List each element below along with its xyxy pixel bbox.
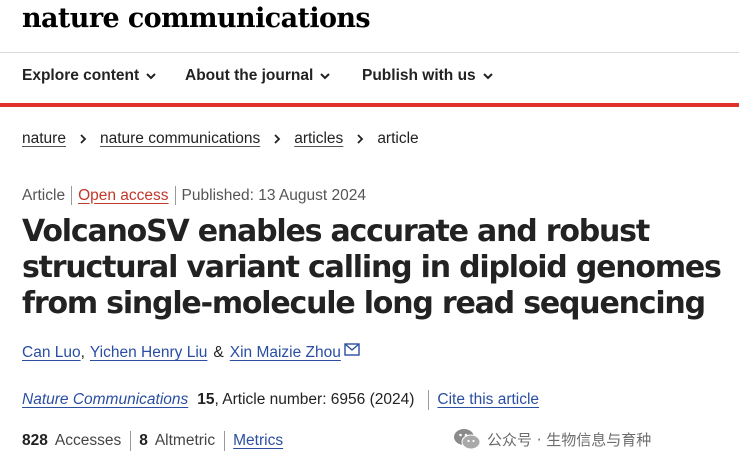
site-logo[interactable]: nature communications <box>22 3 371 34</box>
chevron-right-icon <box>274 134 281 144</box>
chevron-down-icon <box>320 73 331 80</box>
article-number: , Article number: 6956 (2024) <box>214 391 415 408</box>
accesses-count: 828 <box>22 432 48 449</box>
nav-accent-bar <box>0 103 739 107</box>
chevron-down-icon <box>146 73 156 80</box>
article-metrics: 828 Accesses 8 Altmetric Metrics <box>22 431 283 451</box>
chevron-right-icon <box>80 134 87 144</box>
breadcrumb-articles[interactable]: articles <box>294 130 343 148</box>
divider <box>174 186 176 205</box>
author-list: Can Luo , Yichen Henry Liu & Xin Maizie … <box>22 342 360 362</box>
breadcrumb-current: article <box>377 130 419 147</box>
article-title: VolcanoSV enables accurate and robust st… <box>22 214 722 321</box>
author-ampersand: & <box>213 344 224 361</box>
masthead: nature communications <box>22 2 371 42</box>
open-access-link[interactable]: Open access <box>78 187 168 205</box>
volume-number: 15 <box>197 391 215 408</box>
breadcrumb-nature[interactable]: nature <box>22 130 66 148</box>
breadcrumb: nature nature communications articles ar… <box>22 130 419 148</box>
citation-row: Nature Communications 15 , Article numbe… <box>22 390 539 410</box>
altmetric-label: Altmetric <box>154 432 216 449</box>
divider <box>130 431 132 451</box>
chevron-down-icon <box>482 73 493 80</box>
main-nav: Explore content About the journal Publis… <box>0 52 739 103</box>
altmetric-score: 8 <box>139 432 148 449</box>
divider <box>71 186 73 205</box>
breadcrumb-nature-communications[interactable]: nature communications <box>100 130 260 148</box>
nav-publish-with-us[interactable]: Publish with us <box>362 67 494 85</box>
divider <box>224 431 226 451</box>
metrics-link[interactable]: Metrics <box>233 432 283 450</box>
watermark: 公众号 · 生物信息与育种 <box>453 428 651 450</box>
accesses-label: Accesses <box>54 432 122 449</box>
mail-icon[interactable] <box>344 342 360 356</box>
nav-explore-content[interactable]: Explore content <box>22 67 157 85</box>
divider <box>428 390 430 410</box>
nav-about-journal[interactable]: About the journal <box>185 67 331 85</box>
article-meta: Article Open access Published: 13 August… <box>22 186 366 205</box>
nav-item-label: Publish with us <box>362 67 476 84</box>
nav-item-label: Explore content <box>22 67 140 84</box>
journal-link[interactable]: Nature Communications <box>22 391 188 409</box>
nav-item-label: About the journal <box>185 67 314 84</box>
cite-this-article-link[interactable]: Cite this article <box>437 391 539 409</box>
author-link[interactable]: Yichen Henry Liu <box>90 344 207 362</box>
author-separator: , <box>80 344 85 361</box>
chevron-right-icon <box>357 134 364 144</box>
watermark-text: 公众号 · 生物信息与育种 <box>487 430 652 449</box>
author-link[interactable]: Can Luo <box>22 344 81 362</box>
published-date: Published: 13 August 2024 <box>181 186 366 204</box>
author-link[interactable]: Xin Maizie Zhou <box>230 344 341 362</box>
wechat-icon <box>454 429 481 450</box>
article-type: Article <box>22 186 66 204</box>
